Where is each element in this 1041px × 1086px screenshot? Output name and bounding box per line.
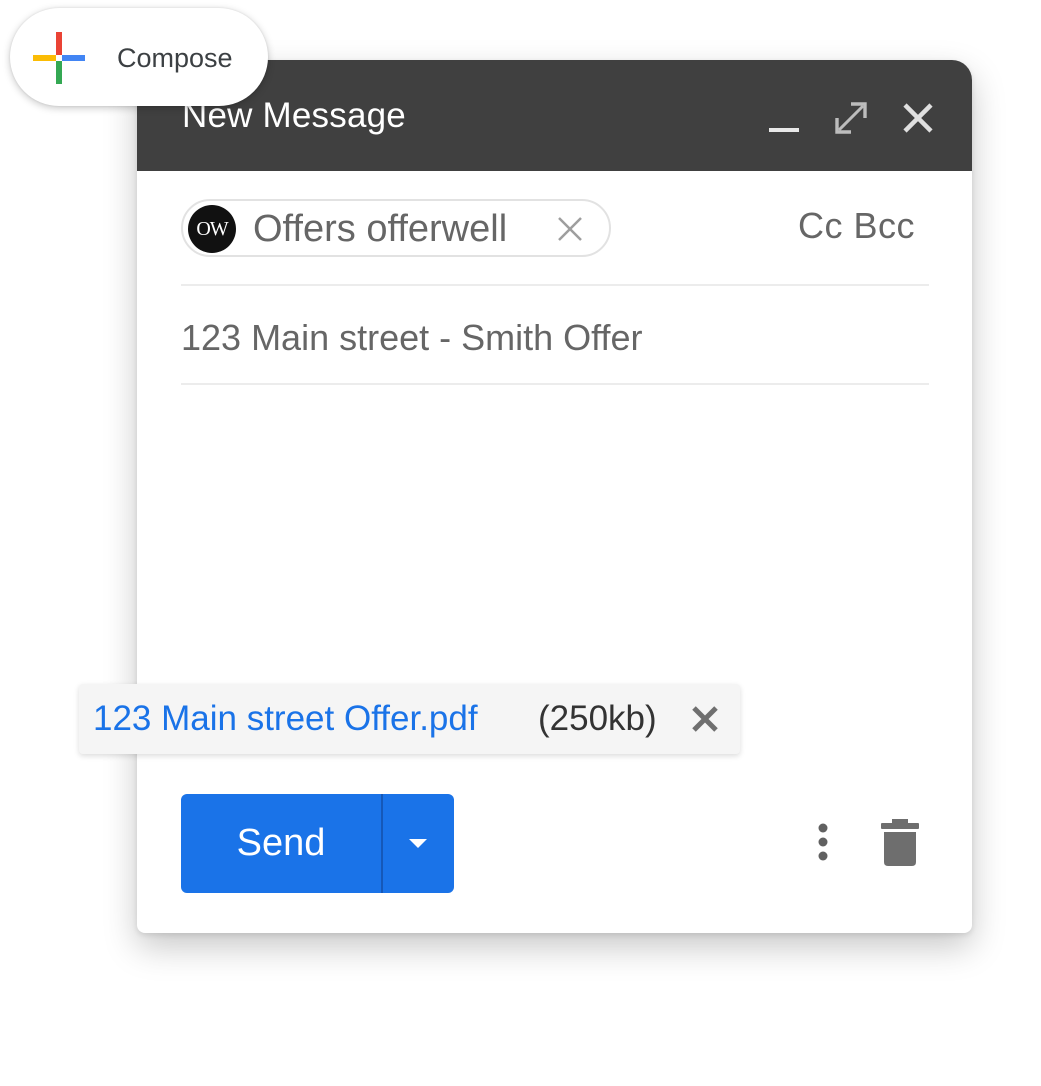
remove-recipient-icon[interactable] xyxy=(556,215,584,243)
attachment-size: (250kb) xyxy=(538,699,657,738)
cc-bcc-link[interactable]: Cc Bcc xyxy=(798,205,915,247)
discard-button[interactable] xyxy=(877,816,923,868)
stage: New Message OW Offers offerwell Cc Bcc 1… xyxy=(0,0,1041,1086)
attachment-chip: 123 Main street Offer.pdf (250kb) xyxy=(79,684,740,754)
compose-button[interactable]: Compose xyxy=(10,8,268,106)
divider xyxy=(181,284,929,286)
send-options-button[interactable] xyxy=(383,794,454,893)
send-button[interactable]: Send xyxy=(181,794,381,893)
more-options-button[interactable] xyxy=(805,820,841,864)
remove-attachment-icon[interactable] xyxy=(689,703,721,735)
divider xyxy=(181,383,929,385)
colored-plus-icon xyxy=(33,32,85,84)
compose-window: New Message OW Offers offerwell Cc Bcc 1… xyxy=(137,60,972,933)
expand-icon[interactable] xyxy=(831,98,871,138)
message-body[interactable] xyxy=(181,390,929,730)
recipient-chip[interactable]: OW Offers offerwell xyxy=(181,199,611,257)
close-icon[interactable] xyxy=(898,98,938,138)
recipient-name: Offers offerwell xyxy=(253,208,508,250)
dropdown-arrow-icon xyxy=(409,839,427,848)
send-button-group: Send xyxy=(181,794,454,893)
avatar: OW xyxy=(188,205,236,253)
subject-field[interactable]: 123 Main street - Smith Offer xyxy=(181,317,643,359)
compose-label: Compose xyxy=(117,43,233,73)
minimize-icon[interactable] xyxy=(765,98,805,138)
more-vert-icon xyxy=(818,823,828,861)
attachment-link[interactable]: 123 Main street Offer.pdf xyxy=(93,698,478,740)
trash-icon xyxy=(881,819,919,866)
